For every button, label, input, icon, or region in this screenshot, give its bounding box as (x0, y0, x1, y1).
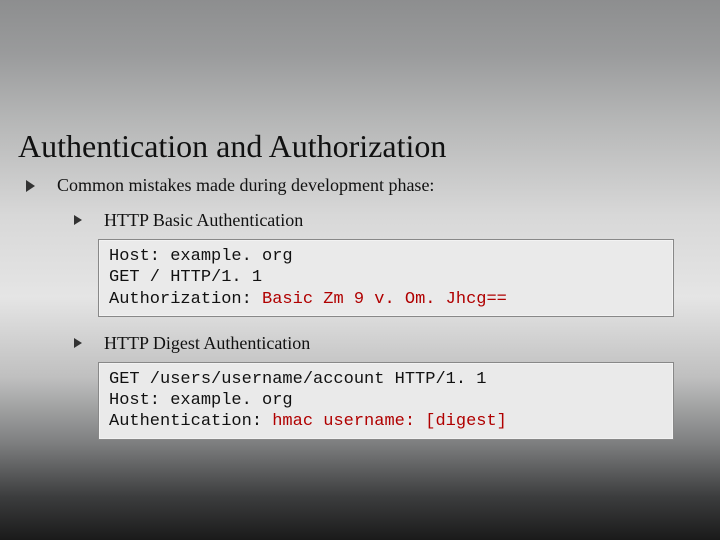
code-block-basic-auth: Host: example. org GET / HTTP/1. 1 Autho… (98, 239, 674, 317)
triangle-bullet-icon (74, 338, 82, 348)
section1-heading: HTTP Basic Authentication (104, 210, 303, 231)
bullet-level2-basic: HTTP Basic Authentication (74, 210, 720, 231)
intro-text: Common mistakes made during development … (57, 175, 434, 196)
code-line: Authentication: hmac username: [digest] (109, 411, 663, 432)
triangle-bullet-icon (26, 180, 35, 192)
code-line: Host: example. org (109, 246, 663, 267)
triangle-bullet-icon (74, 215, 82, 225)
code-line: GET / HTTP/1. 1 (109, 267, 663, 288)
code-line: Host: example. org (109, 390, 663, 411)
bullet-level2-digest: HTTP Digest Authentication (74, 333, 720, 354)
code-highlight: hmac (272, 412, 323, 431)
bullet-level1: Common mistakes made during development … (26, 175, 720, 196)
code-text: Authorization: (109, 290, 262, 309)
code-text: Authentication: (109, 412, 272, 431)
code-highlight: username: [digest] (323, 412, 507, 431)
section2-heading: HTTP Digest Authentication (104, 333, 310, 354)
slide-title: Authentication and Authorization (18, 128, 720, 165)
code-line: Authorization: Basic Zm 9 v. Om. Jhcg== (109, 289, 663, 310)
slide: Authentication and Authorization Common … (0, 0, 720, 540)
code-highlight: Zm 9 v. Om. Jhcg== (323, 290, 507, 309)
code-block-digest-auth: GET /users/username/account HTTP/1. 1 Ho… (98, 362, 674, 440)
code-line: GET /users/username/account HTTP/1. 1 (109, 369, 663, 390)
code-highlight: Basic (262, 290, 323, 309)
